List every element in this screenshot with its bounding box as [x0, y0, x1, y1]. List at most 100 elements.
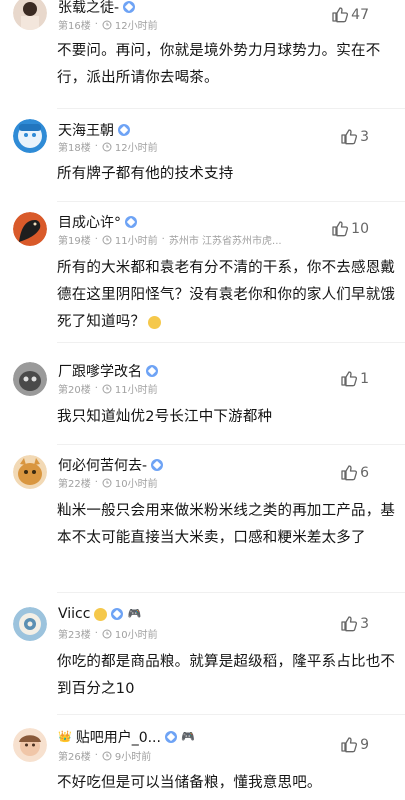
floor-number: 第16楼	[58, 21, 91, 32]
username-text[interactable]: 贴吧用户_0...	[76, 727, 161, 747]
comment-text: 不要问。再问，你就是境外势力月球势力。实在不行，派出所请你去喝茶。	[57, 43, 381, 86]
post-time: 12小时前	[114, 143, 158, 154]
post-meta: 第22楼 · 10小时前	[58, 475, 158, 490]
username-text[interactable]: 天海王朝	[58, 120, 114, 140]
username[interactable]: 厂跟嗲学改名	[58, 361, 158, 381]
crown-badge-icon: 👑	[58, 730, 72, 743]
like-count: 10	[351, 220, 369, 237]
username[interactable]: 👑 贴吧用户_0... 🎮	[58, 727, 195, 747]
like-button[interactable]: 3	[340, 615, 369, 632]
thumbs-up-icon	[332, 7, 349, 23]
post-meta: 第16楼 · 12小时前	[58, 17, 158, 32]
comment-text: 你吃的都是商品粮。就算是超级稻，隆平系占比也不到百分之10	[57, 654, 396, 697]
post-time: 11小时前	[114, 236, 158, 247]
like-count: 47	[351, 6, 369, 23]
username-text[interactable]: 厂跟嗲学改名	[58, 361, 142, 381]
avatar[interactable]	[13, 362, 47, 396]
username-text[interactable]: 张载之徒-	[58, 0, 119, 17]
thumbs-up-icon	[341, 371, 358, 387]
avatar[interactable]	[13, 119, 47, 153]
like-count: 3	[360, 128, 369, 145]
like-count: 9	[360, 736, 369, 753]
game-badge-icon: 🎮	[127, 607, 142, 620]
separator-dot: ·	[94, 383, 98, 394]
post-location: 苏州市 江苏省苏州市虎...	[168, 236, 282, 247]
comment-text: 不好吃但是可以当储备粮，懂我意思吧。	[57, 775, 322, 791]
post-meta: 第18楼 · 12小时前	[58, 139, 158, 154]
clock-icon	[102, 384, 112, 393]
divider	[57, 592, 405, 593]
like-button[interactable]: 9	[340, 736, 369, 753]
verified-icon	[123, 1, 136, 13]
post-meta: 第23楼 · 10小时前	[58, 626, 158, 641]
avatar[interactable]	[13, 0, 47, 30]
comment-text-content: 所有的大米都和袁老有分不清的干系，你不去感恩戴德在这里阴阳怪气？没有袁老你和你的…	[57, 260, 396, 330]
like-button[interactable]: 47	[331, 6, 369, 23]
like-button[interactable]: 6	[340, 464, 369, 481]
floor-number: 第19楼	[58, 236, 91, 247]
username-text[interactable]: Viicc	[58, 606, 90, 622]
like-button[interactable]: 10	[331, 220, 369, 237]
post-time: 12小时前	[114, 21, 158, 32]
username[interactable]: 张载之徒-	[58, 0, 136, 17]
username-text[interactable]: 何必何苦何去-	[58, 455, 147, 475]
like-button[interactable]: 1	[340, 370, 369, 387]
thumbs-up-icon	[341, 616, 358, 632]
separator-dot: ·	[94, 141, 98, 152]
comment-text: 籼米一般只会用来做米粉米线之类的再加工产品，基本不太可能直接当大米卖，口感和粳米…	[57, 503, 396, 546]
verified-icon	[111, 608, 124, 620]
floor-number: 第18楼	[58, 143, 91, 154]
separator-dot: ·	[94, 628, 98, 639]
username[interactable]: 目成心许°	[58, 212, 137, 232]
thumbs-up-icon	[341, 465, 358, 481]
post-meta: 第19楼 · 11小时前 · 苏州市 江苏省苏州市虎...	[58, 232, 282, 247]
like-count: 3	[360, 615, 369, 632]
verified-icon	[164, 731, 177, 743]
username[interactable]: Viicc 🎮	[58, 606, 141, 622]
like-count: 6	[360, 464, 369, 481]
floor-number: 第20楼	[58, 385, 91, 396]
smile-emoji-icon	[148, 315, 162, 329]
like-button[interactable]: 3	[340, 128, 369, 145]
comment-text: 所有的大米都和袁老有分不清的干系，你不去感恩戴德在这里阴阳怪气？没有袁老你和你的…	[57, 255, 397, 336]
avatar[interactable]	[13, 455, 47, 489]
post-time: 10小时前	[114, 479, 158, 490]
username[interactable]: 天海王朝	[58, 120, 130, 140]
comment-text: 所有牌子都有他的技术支持	[57, 166, 234, 182]
clock-icon	[102, 142, 112, 151]
clock-icon	[102, 478, 112, 487]
post-meta: 第20楼 · 11小时前	[58, 381, 158, 396]
post-time: 9小时前	[114, 752, 152, 763]
clock-icon	[102, 235, 112, 244]
post-meta: 第26楼 · 9小时前	[58, 748, 151, 763]
floor-number: 第22楼	[58, 479, 91, 490]
comment-text: 我只知道灿优2号长江中下游都种	[57, 409, 273, 425]
divider	[57, 444, 405, 445]
divider	[57, 714, 405, 715]
divider	[57, 201, 405, 202]
divider	[57, 342, 405, 343]
verified-icon	[151, 459, 164, 471]
separator-dot: ·	[94, 477, 98, 488]
like-count: 1	[360, 370, 369, 387]
thumbs-up-icon	[341, 737, 358, 753]
separator-dot: ·	[94, 234, 98, 245]
avatar[interactable]	[13, 607, 47, 641]
clock-icon	[102, 751, 112, 760]
separator-dot: ·	[94, 750, 98, 761]
username[interactable]: 何必何苦何去-	[58, 455, 164, 475]
avatar[interactable]	[13, 728, 47, 762]
verified-icon	[146, 365, 158, 377]
verified-icon	[118, 124, 130, 136]
thumbs-up-icon	[332, 221, 349, 237]
floor-number: 第26楼	[58, 752, 91, 763]
separator-dot: ·	[94, 19, 98, 30]
verified-icon	[125, 216, 137, 228]
thumbs-up-icon	[341, 129, 358, 145]
clock-icon	[102, 20, 112, 29]
smile-emoji-icon	[94, 607, 108, 621]
username-text[interactable]: 目成心许°	[58, 212, 121, 232]
post-time: 11小时前	[114, 385, 158, 396]
separator-dot: ·	[161, 234, 165, 245]
avatar[interactable]	[13, 212, 47, 246]
